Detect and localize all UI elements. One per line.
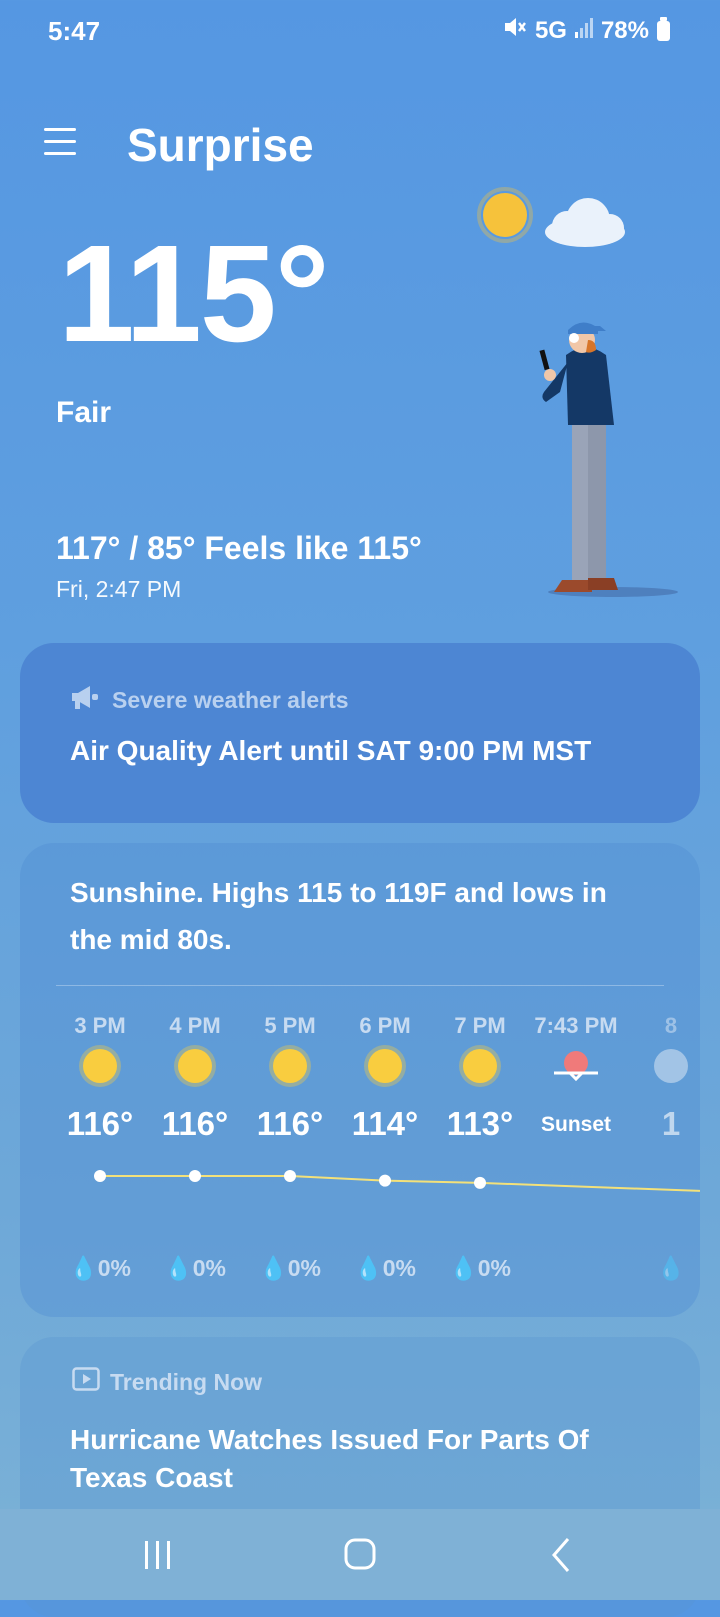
raindrop-icon: 💧 <box>164 1255 193 1281</box>
raindrop-icon: 💧 <box>449 1255 478 1281</box>
system-navigation-bar <box>0 1509 720 1600</box>
trend-point <box>379 1174 391 1187</box>
hour-precip: 💧0% <box>259 1255 321 1281</box>
hour-time: 4 PM <box>169 1013 221 1038</box>
sunset-icon <box>554 1049 598 1083</box>
hour-temp: 114° <box>351 1105 419 1142</box>
hour-precip: 💧0% <box>354 1255 416 1281</box>
back-icon <box>552 1538 570 1572</box>
back-button[interactable] <box>532 1533 592 1577</box>
hour-precip: 💧0% <box>164 1255 226 1281</box>
severe-weather-alert-card[interactable]: Severe weather alerts Air Quality Alert … <box>20 643 700 823</box>
hour-temp: 1 <box>661 1105 681 1142</box>
weather-illustration <box>470 180 700 610</box>
forecast-summary: Sunshine. Highs 115 to 119F and lows in … <box>70 877 607 955</box>
hourly-forecast-card[interactable]: Sunshine. Highs 115 to 119F and lows in … <box>20 843 700 1317</box>
raindrop-icon: 💧 <box>69 1255 98 1281</box>
hour-precip: 💧0% <box>69 1255 131 1281</box>
hour-precip: 💧0% <box>449 1255 511 1281</box>
city-name[interactable]: Surprise <box>127 118 314 172</box>
sun-illustration <box>483 193 527 237</box>
sun-icon <box>368 1049 402 1083</box>
trend-point <box>474 1176 486 1189</box>
home-button[interactable] <box>330 1533 390 1577</box>
raindrop-icon: 💧 <box>259 1255 288 1281</box>
hamburger-menu-icon <box>44 128 84 155</box>
home-icon <box>344 1538 376 1570</box>
raindrop-icon: 💧 <box>656 1255 686 1281</box>
battery-icon <box>657 16 670 41</box>
mute-icon <box>503 16 527 45</box>
hour-time: 7 PM <box>454 1013 506 1038</box>
cloud-illustration <box>545 198 625 247</box>
hour-temp: 116° <box>256 1105 324 1142</box>
sunset-label: Sunset <box>540 1113 611 1136</box>
battery-percent: 78% <box>600 16 649 44</box>
hour-time: 3 PM <box>74 1013 126 1038</box>
hour-time: 8 <box>664 1013 678 1038</box>
hour-time: 6 PM <box>359 1013 411 1038</box>
sun-icon <box>83 1049 117 1083</box>
sun-icon <box>178 1049 212 1083</box>
divider <box>56 985 664 986</box>
hour-temp: 116° <box>161 1105 229 1142</box>
alert-header: Severe weather alerts <box>70 683 349 717</box>
menu-button[interactable] <box>44 128 84 160</box>
hour-temp: 116° <box>66 1105 134 1142</box>
high-low-feels-like: 117° / 85° Feels like 115° <box>56 530 422 566</box>
hour-time: 5 PM <box>264 1013 316 1038</box>
trend-point <box>284 1170 296 1182</box>
raindrop-icon: 💧 <box>354 1255 383 1281</box>
sunset-time: 7:43 PM <box>534 1013 618 1038</box>
alert-text: Air Quality Alert until SAT 9:00 PM MST <box>70 735 592 766</box>
status-time: 5:47 <box>48 16 101 46</box>
moon-icon <box>654 1049 688 1083</box>
current-datetime: Fri, 2:47 PM <box>56 576 182 602</box>
hour-temp: 113° <box>446 1105 514 1142</box>
trending-header: Trending Now <box>72 1367 262 1397</box>
trend-point <box>189 1170 201 1182</box>
sun-icon <box>273 1049 307 1083</box>
signal-icon <box>574 17 593 45</box>
trend-point <box>94 1170 106 1182</box>
hourly-forecast-strip[interactable]: 3 PM 116° 💧0% 4 PM 116° 💧0% 5 PM 116° 💧0… <box>20 993 700 1293</box>
person-illustration <box>539 322 618 592</box>
network-label: 5G <box>534 16 567 44</box>
recent-apps-button[interactable] <box>128 1533 188 1577</box>
play-icon <box>72 1367 100 1397</box>
current-temperature: 115° <box>58 217 330 371</box>
current-condition: Fair <box>56 396 112 429</box>
sun-icon <box>463 1049 497 1083</box>
trending-title[interactable]: Hurricane Watches Issued For Parts Of Te… <box>70 1421 670 1497</box>
megaphone-icon <box>70 683 100 717</box>
recent-apps-icon <box>145 1541 170 1569</box>
hour-precip: 💧 <box>623 1255 700 1282</box>
alert-heading: Severe weather alerts <box>112 686 349 713</box>
status-icons: 5G 78% <box>503 16 670 45</box>
trending-heading: Trending Now <box>110 1368 263 1395</box>
